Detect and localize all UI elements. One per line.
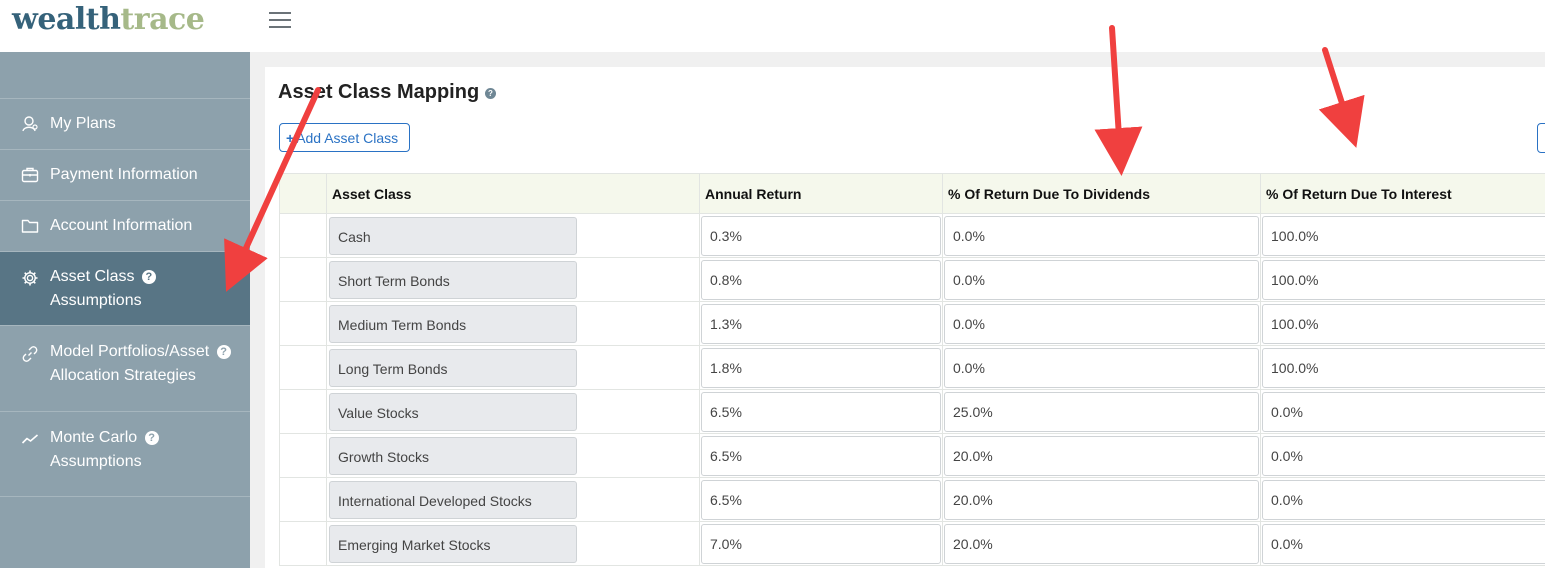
label-line2: Allocation Strategies bbox=[50, 367, 196, 384]
interest-input[interactable]: 0.0% bbox=[1262, 523, 1545, 564]
wealthtrace-logo[interactable]: wealthtrace bbox=[12, 2, 205, 38]
asset-class-name-field[interactable]: Long Term Bonds bbox=[329, 348, 577, 387]
dividends-input[interactable]: 20.0% bbox=[944, 479, 1259, 520]
row-handle[interactable] bbox=[279, 257, 327, 302]
help-icon[interactable]: ? bbox=[216, 345, 231, 359]
asset-class-name-field[interactable]: International Developed Stocks bbox=[329, 480, 577, 519]
logo-text-part1: wealth bbox=[12, 2, 121, 37]
table-row: Emerging Market Stocks 7.0% 20.0% 0.0% bbox=[279, 521, 1545, 566]
table-row: Long Term Bonds 1.8% 0.0% 100.0% bbox=[279, 345, 1545, 390]
header-dividends[interactable]: % Of Return Due To Dividends bbox=[942, 173, 1261, 214]
toolbar-button-right[interactable] bbox=[1537, 123, 1545, 153]
sidebar-item-label: Model Portfolios/Asset ? Allocation Strat… bbox=[50, 340, 231, 388]
label-line1: Model Portfolios/Asset bbox=[50, 343, 210, 360]
header-annual-return[interactable]: Annual Return bbox=[699, 173, 943, 214]
table-row: Short Term Bonds 0.8% 0.0% 100.0% bbox=[279, 257, 1545, 302]
table-header-row: Asset Class Annual Return % Of Return Du… bbox=[279, 173, 1545, 214]
row-handle[interactable] bbox=[279, 433, 327, 478]
row-handle[interactable] bbox=[279, 213, 327, 258]
sidebar-item-my-plans[interactable]: My Plans bbox=[0, 98, 250, 149]
table-row: Value Stocks 6.5% 25.0% 0.0% bbox=[279, 389, 1545, 434]
sidebar-item-asset-class-assumptions[interactable]: Asset Class ? Assumptions bbox=[0, 251, 250, 325]
top-bar: wealthtrace bbox=[0, 0, 1545, 52]
gear-icon bbox=[22, 270, 38, 286]
dividends-input[interactable]: 20.0% bbox=[944, 523, 1259, 564]
interest-input[interactable]: 0.0% bbox=[1262, 435, 1545, 476]
annual-return-input[interactable]: 6.5% bbox=[701, 435, 941, 476]
row-handle[interactable] bbox=[279, 389, 327, 434]
sidebar-item-model-portfolios[interactable]: Model Portfolios/Asset ? Allocation Strat… bbox=[0, 325, 250, 411]
asset-class-name-field[interactable]: Value Stocks bbox=[329, 392, 577, 431]
annual-return-input[interactable]: 6.5% bbox=[701, 479, 941, 520]
dividends-input[interactable]: 20.0% bbox=[944, 435, 1259, 476]
interest-input[interactable]: 0.0% bbox=[1262, 391, 1545, 432]
asset-class-name-field[interactable]: Short Term Bonds bbox=[329, 260, 577, 299]
annual-return-input[interactable]: 6.5% bbox=[701, 391, 941, 432]
help-icon[interactable]: ? bbox=[485, 88, 496, 99]
row-handle[interactable] bbox=[279, 301, 327, 346]
asset-class-name-field[interactable]: Emerging Market Stocks bbox=[329, 524, 577, 563]
briefcase-icon bbox=[21, 167, 39, 183]
row-handle[interactable] bbox=[279, 477, 327, 522]
annual-return-input[interactable]: 1.8% bbox=[701, 347, 941, 388]
link-icon bbox=[22, 346, 38, 362]
table-row: Medium Term Bonds 1.3% 0.0% 100.0% bbox=[279, 301, 1545, 346]
dividends-input[interactable]: 25.0% bbox=[944, 391, 1259, 432]
sidebar-item-payment-information[interactable]: Payment Information bbox=[0, 149, 250, 200]
table-row: Growth Stocks 6.5% 20.0% 0.0% bbox=[279, 433, 1545, 478]
row-handle[interactable] bbox=[279, 521, 327, 566]
dividends-input[interactable]: 0.0% bbox=[944, 303, 1259, 344]
header-handle bbox=[279, 173, 327, 214]
interest-input[interactable]: 0.0% bbox=[1262, 479, 1545, 520]
label-line2: Assumptions bbox=[50, 292, 142, 309]
label-line1: Monte Carlo bbox=[50, 429, 138, 446]
asset-class-name-field[interactable]: Growth Stocks bbox=[329, 436, 577, 475]
logo-text-part2: trace bbox=[120, 2, 205, 37]
dividends-input[interactable]: 0.0% bbox=[944, 215, 1259, 256]
trend-icon bbox=[21, 434, 39, 444]
interest-input[interactable]: 100.0% bbox=[1262, 259, 1545, 300]
help-icon[interactable]: ? bbox=[141, 270, 156, 284]
interest-input[interactable]: 100.0% bbox=[1262, 303, 1545, 344]
sidebar-item-label: My Plans bbox=[50, 115, 116, 132]
asset-class-table-wrapper: Asset Class Annual Return % Of Return Du… bbox=[279, 173, 1545, 568]
main-panel: Asset Class Mapping ? + Add Asset Class A… bbox=[265, 67, 1545, 568]
asset-class-name-field[interactable]: Medium Term Bonds bbox=[329, 304, 577, 343]
sidebar-divider bbox=[0, 496, 250, 497]
folder-icon bbox=[21, 219, 39, 233]
interest-input[interactable]: 100.0% bbox=[1262, 215, 1545, 256]
table-row: International Developed Stocks 6.5% 20.0% 0… bbox=[279, 477, 1545, 522]
sidebar-item-label: Account Information bbox=[50, 217, 193, 234]
label-line2: Assumptions bbox=[50, 453, 142, 470]
row-handle[interactable] bbox=[279, 345, 327, 390]
interest-input[interactable]: 100.0% bbox=[1262, 347, 1545, 388]
user-icon bbox=[22, 116, 38, 132]
asset-class-table: Asset Class Annual Return % Of Return Du… bbox=[279, 173, 1545, 566]
hamburger-menu-icon[interactable] bbox=[269, 12, 291, 29]
header-asset-class[interactable]: Asset Class bbox=[326, 173, 700, 214]
sidebar-item-label: Asset Class ? Assumptions bbox=[50, 265, 156, 313]
add-asset-class-button[interactable]: + Add Asset Class bbox=[279, 123, 410, 152]
annual-return-input[interactable]: 0.8% bbox=[701, 259, 941, 300]
asset-class-name-field[interactable]: Cash bbox=[329, 216, 577, 255]
sidebar-item-label: Payment Information bbox=[50, 166, 198, 183]
add-asset-class-label: Add Asset Class bbox=[296, 130, 399, 146]
annual-return-input[interactable]: 1.3% bbox=[701, 303, 941, 344]
sidebar-item-label: Monte Carlo ? Assumptions bbox=[50, 426, 159, 474]
sidebar-item-account-information[interactable]: Account Information bbox=[0, 200, 250, 251]
annual-return-input[interactable]: 7.0% bbox=[701, 523, 941, 564]
table-row: Cash 0.3% 0.0% 100.0% bbox=[279, 213, 1545, 258]
dividends-input[interactable]: 0.0% bbox=[944, 259, 1259, 300]
annual-return-input[interactable]: 0.3% bbox=[701, 215, 941, 256]
help-icon[interactable]: ? bbox=[144, 431, 159, 445]
sidebar-item-monte-carlo-assumptions[interactable]: Monte Carlo ? Assumptions bbox=[0, 411, 250, 497]
sidebar: My Plans Payment Information Account Inf… bbox=[0, 52, 250, 568]
dividends-input[interactable]: 0.0% bbox=[944, 347, 1259, 388]
page-title: Asset Class Mapping bbox=[278, 81, 480, 103]
header-interest[interactable]: % Of Return Due To Interest bbox=[1260, 173, 1545, 214]
label-line1: Asset Class bbox=[50, 268, 135, 285]
plus-icon: + bbox=[286, 130, 295, 146]
